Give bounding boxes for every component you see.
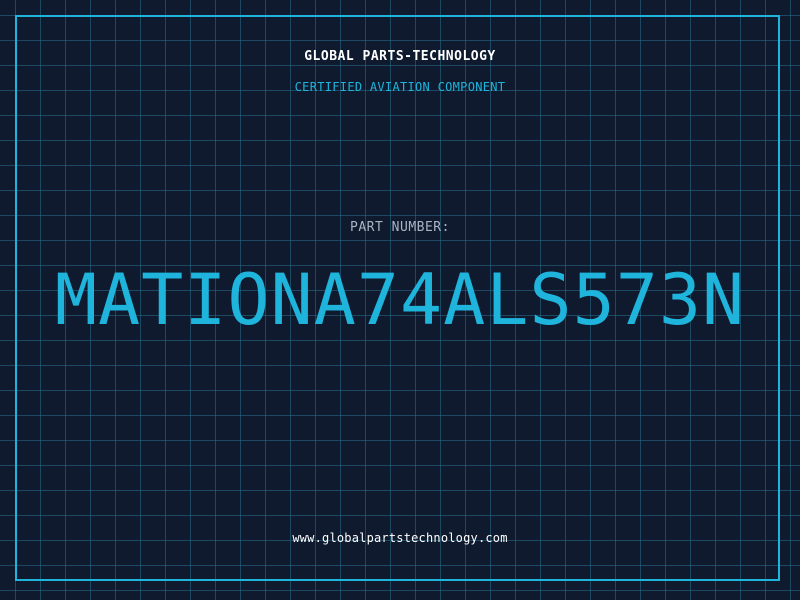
part-number-value: MATIONA74ALS573N (54, 259, 746, 341)
part-number-label: PART NUMBER: (350, 220, 450, 235)
company-name: GLOBAL PARTS-TECHNOLOGY (304, 49, 496, 64)
certification-subtitle: CERTIFIED AVIATION COMPONENT (294, 80, 506, 94)
website-url: www.globalpartstechnology.com (292, 531, 508, 545)
